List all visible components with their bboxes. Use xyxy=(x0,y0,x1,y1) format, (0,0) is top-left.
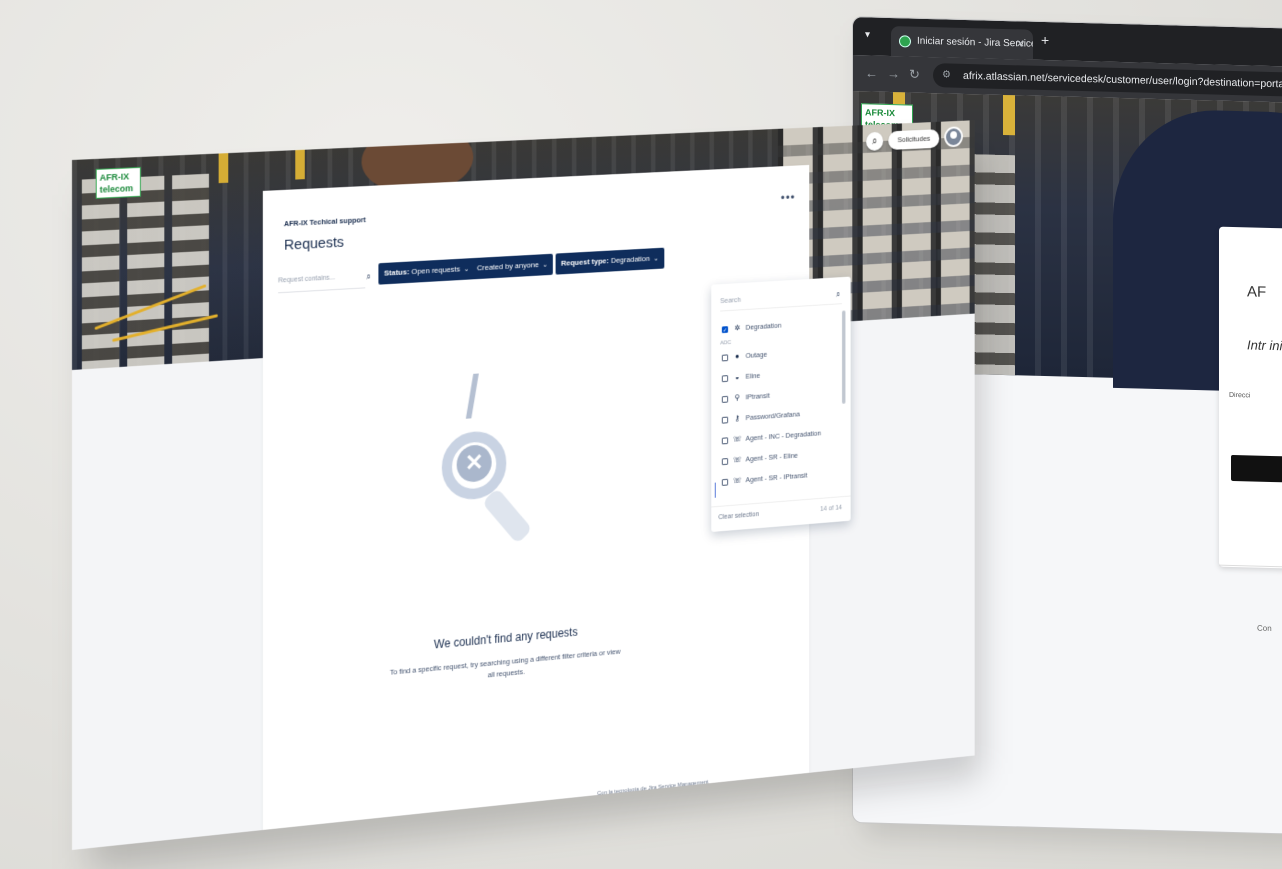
option-eline[interactable]: ◒ Eline xyxy=(722,368,760,386)
portal-page: AFR-IX telecom ⌕ Solicitudes AFR-IX Tech… xyxy=(72,120,975,850)
address-bar[interactable]: ⚙ afrix.atlassian.net/servicedesk/custom… xyxy=(933,63,1282,97)
empty-state-illustration: ✕ xyxy=(433,369,543,570)
requests-button[interactable]: Solicitudes xyxy=(888,129,939,150)
checkbox[interactable] xyxy=(722,458,728,465)
group-label: ADC xyxy=(720,340,731,346)
page-title: Requests xyxy=(284,234,344,254)
checkbox[interactable] xyxy=(722,437,728,444)
close-tab-icon[interactable]: ✕ xyxy=(1016,29,1025,59)
outage-icon: ● xyxy=(732,349,742,365)
continue-button[interactable] xyxy=(1231,455,1282,484)
login-heading: AF xyxy=(1247,283,1266,301)
back-arrow-icon[interactable]: ← xyxy=(865,65,878,80)
option-outage[interactable]: ● Outage xyxy=(722,347,767,365)
forward-arrow-icon[interactable]: → xyxy=(887,66,900,81)
reload-icon[interactable]: ↻ xyxy=(909,66,920,82)
eline-icon: ◒ xyxy=(732,370,742,386)
login-intro: Intr inic xyxy=(1247,337,1282,355)
chevron-down-icon: ⌄ xyxy=(464,266,469,273)
search-icon[interactable]: ⌕ xyxy=(366,266,371,288)
url-text: afrix.atlassian.net/servicedesk/customer… xyxy=(963,70,1282,91)
requests-card: AFR-IX Techical support Requests ••• Req… xyxy=(263,165,809,830)
option-degradation[interactable]: ✲Degradation xyxy=(722,318,781,337)
dropdown-footer: Clear selection 14 of 14 xyxy=(711,496,850,532)
checkbox[interactable] xyxy=(722,375,728,382)
search-icon: ⌕ xyxy=(836,285,840,304)
more-actions-button[interactable]: ••• xyxy=(781,190,795,205)
login-card: AF Intr inic Direcci xyxy=(1219,227,1282,571)
favicon-icon xyxy=(899,35,911,47)
checkbox-checked[interactable] xyxy=(722,326,728,333)
option-password-grafana[interactable]: ⚷ Password/Grafana xyxy=(722,407,800,428)
dropdown-scrollbar[interactable] xyxy=(842,310,845,403)
checkbox[interactable] xyxy=(722,416,728,423)
company-logo[interactable]: AFR-IX telecom xyxy=(96,167,141,199)
search-placeholder: Request contains... xyxy=(278,274,335,284)
chevron-down-icon: ⌄ xyxy=(543,262,548,269)
request-search-input[interactable]: Request contains... ⌕ xyxy=(278,266,365,293)
portal-name[interactable]: AFR-IX Techical support xyxy=(284,215,366,228)
chevron-down-icon: ⌄ xyxy=(653,256,658,263)
email-field-label: Direcci xyxy=(1229,392,1250,400)
option-iptransit[interactable]: ⚲ IPtransit xyxy=(722,388,770,406)
browser-tab[interactable]: Iniciar sesión - Jira Service Man ✕ xyxy=(891,26,1033,60)
created-by-filter-button[interactable]: Created by anyone ⌄ xyxy=(471,254,553,280)
agent-icon: ☏ xyxy=(732,432,742,448)
iptransit-icon: ⚲ xyxy=(732,390,742,406)
scene: ▾ Iniciar sesión - Jira Service Man ✕ + … xyxy=(0,0,1282,869)
selection-count: 14 of 14 xyxy=(820,505,842,513)
focus-marker xyxy=(715,483,716,498)
checkbox[interactable] xyxy=(722,478,728,485)
checkbox[interactable] xyxy=(722,354,728,361)
tab-search-chevron-icon[interactable]: ▾ xyxy=(865,29,870,40)
request-type-dropdown: Search ⌕ ✲Degradation ADC ●Outage ◒Eline… xyxy=(711,277,850,532)
option-agent-sr-iptransit[interactable]: ☏ Agent - SR - IPtransit xyxy=(722,468,807,490)
clear-selection-button[interactable]: Clear selection xyxy=(718,511,759,521)
option-agent-sr-eline[interactable]: ☏ Agent - SR - Eline xyxy=(722,448,798,469)
status-filter-button[interactable]: Status: Open requests ⌄ xyxy=(378,258,474,285)
login-footer: Con xyxy=(1257,624,1272,633)
agent-icon: ☏ xyxy=(732,473,742,489)
agent-icon: ☏ xyxy=(732,452,742,468)
site-info-icon[interactable]: ⚙ xyxy=(942,63,951,87)
requests-window: AFR-IX telecom ⌕ Solicitudes AFR-IX Tech… xyxy=(72,120,975,850)
request-type-filter-button[interactable]: Request type: Degradation ⌄ xyxy=(556,248,664,275)
key-icon: ⚷ xyxy=(732,411,742,427)
option-agent-inc-degradation[interactable]: ☏ Agent - INC - Degradation xyxy=(722,426,821,448)
checkbox[interactable] xyxy=(722,395,728,402)
degradation-icon: ✲ xyxy=(732,321,742,337)
new-tab-icon[interactable]: + xyxy=(1041,32,1049,48)
dropdown-search-input[interactable]: Search ⌕ xyxy=(720,285,842,312)
